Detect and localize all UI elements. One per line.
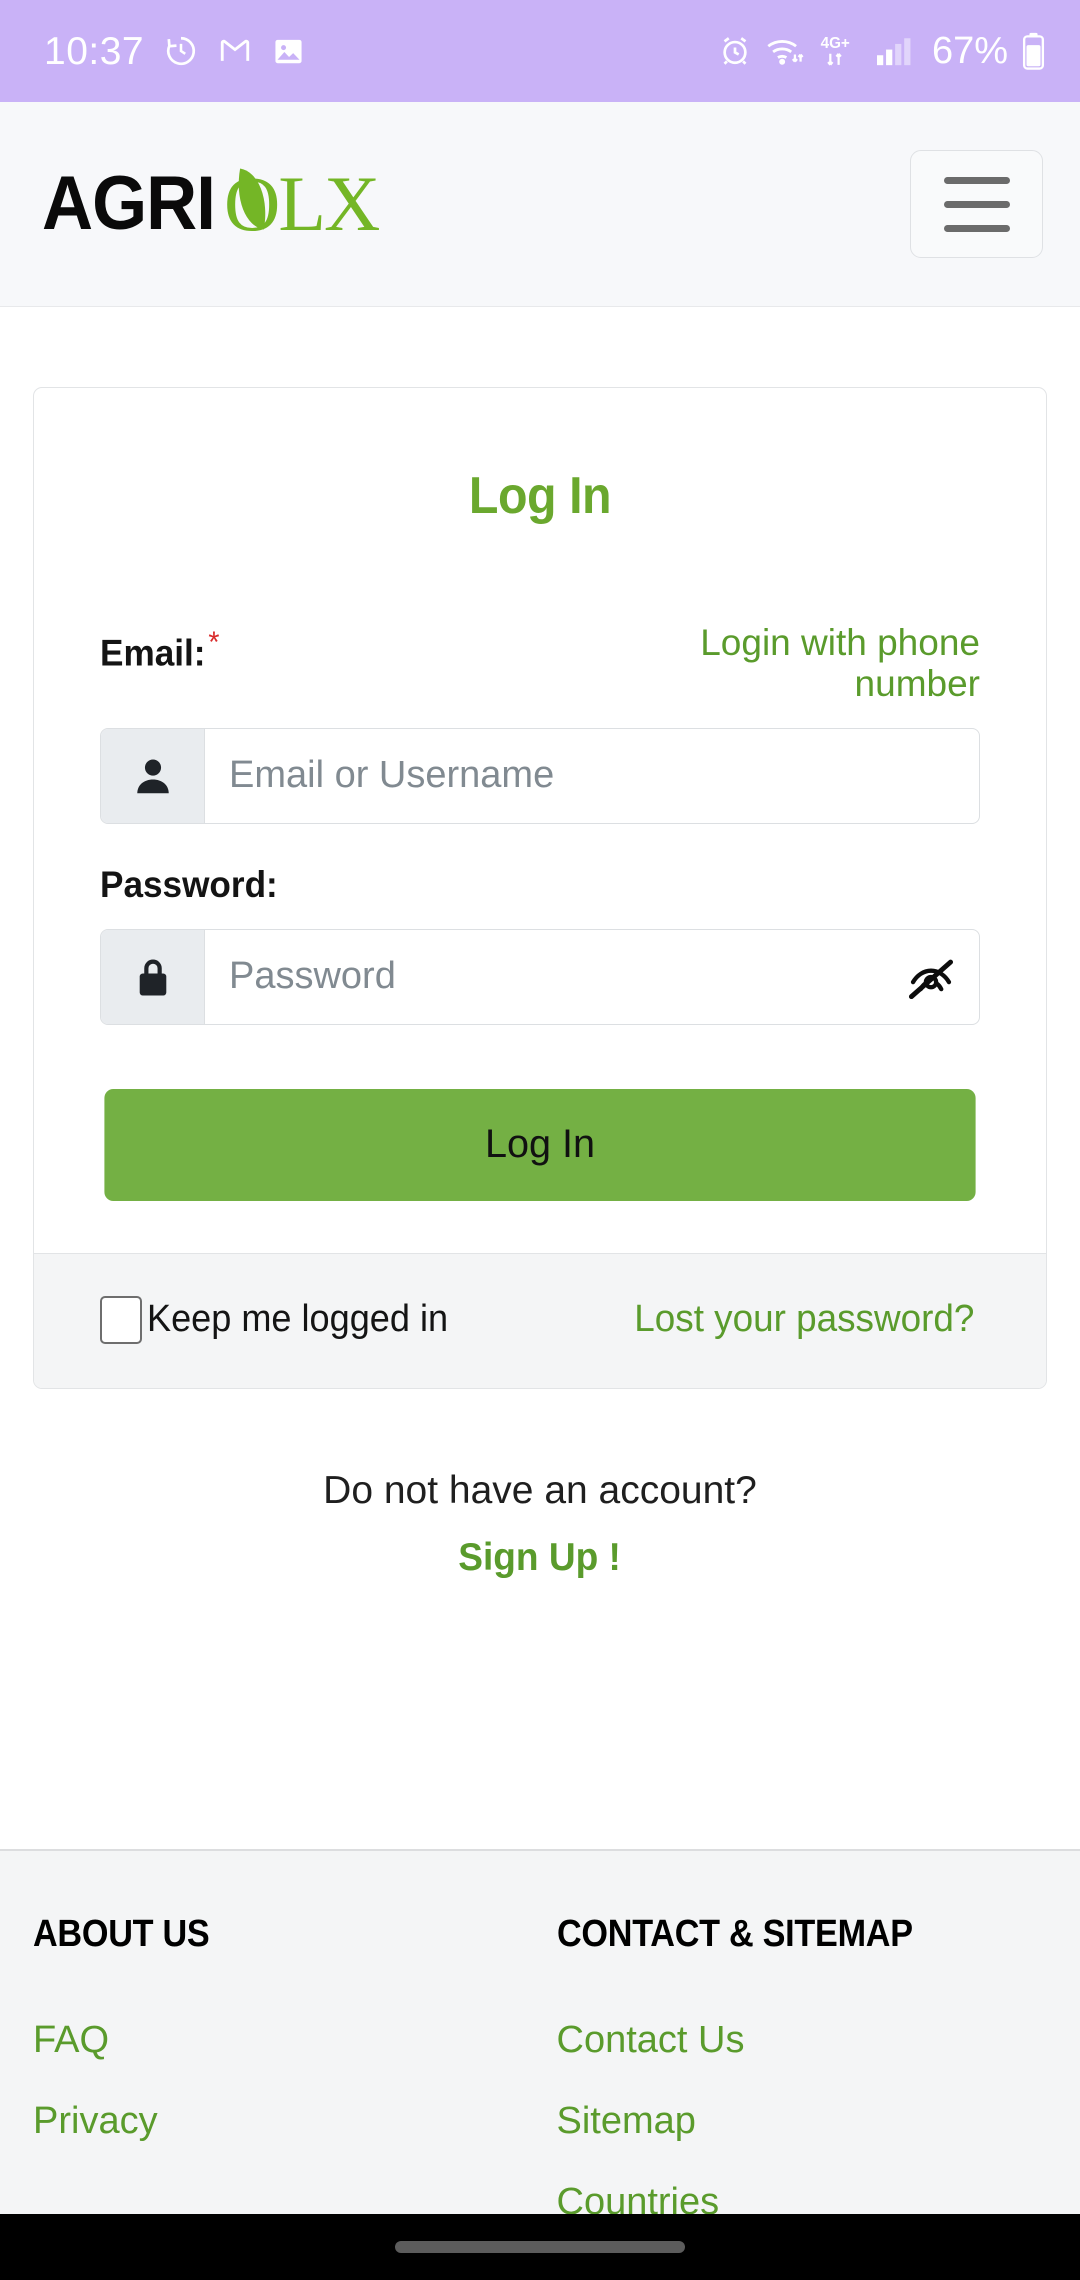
hamburger-menu-icon-bar3 [943, 224, 1010, 232]
footer-link-contact-us[interactable]: Contact Us [557, 2019, 1080, 2062]
keep-logged-in-control[interactable]: Keep me logged in [100, 1295, 464, 1344]
hamburger-menu-icon-bar2 [943, 200, 1010, 208]
email-suffix-spacer [883, 729, 979, 823]
footer-heading-about: ABOUT US [33, 1913, 210, 1955]
alarm-icon [718, 34, 752, 68]
home-indicator[interactable] [395, 2241, 685, 2253]
logo-accent-wrap: OLX [224, 165, 380, 243]
site-logo[interactable]: AGRI OLX [42, 161, 380, 246]
status-clock: 10:37 [44, 29, 145, 73]
email-label-text: Email: [100, 632, 206, 674]
email-input-group [100, 727, 980, 824]
footer-heading-contact: CONTACT & SITEMAP [556, 1913, 913, 1955]
signup-question: Do not have an account? [323, 1468, 757, 1512]
login-with-phone-link[interactable]: Login with phone number [680, 622, 980, 705]
clock-icon [164, 34, 198, 68]
status-bar-right: 4G+ 67% [718, 32, 1046, 70]
password-input-group [100, 928, 980, 1025]
footer-link-sitemap[interactable]: Sitemap [557, 2100, 1080, 2143]
signup-link[interactable]: Sign Up ! [459, 1536, 622, 1580]
required-asterisk: * [208, 626, 220, 659]
footer-link-faq[interactable]: FAQ [33, 2019, 557, 2062]
keep-logged-in-checkbox[interactable] [100, 1295, 142, 1344]
site-header: AGRI OLX [0, 102, 1080, 307]
login-card: Log In Email:* Login with phone number E… [33, 387, 1047, 1389]
photos-icon [272, 35, 305, 68]
footer-column-contact: CONTACT & SITEMAP Contact Us Sitemap Cou… [556, 1913, 1080, 2223]
login-submit-button[interactable]: Log In [104, 1088, 976, 1201]
hamburger-menu-icon [943, 176, 1010, 184]
site-footer: ABOUT US FAQ Privacy CONTACT & SITEMAP C… [0, 1849, 1080, 2223]
email-field-block: Email:* Login with phone number [100, 622, 980, 824]
eye-slash-icon[interactable] [883, 930, 979, 1024]
footer-link-privacy[interactable]: Privacy [33, 2100, 557, 2143]
logo-text-primary: AGRI [42, 161, 216, 246]
page-title: Log In [468, 467, 612, 525]
password-field-block: Password: [100, 864, 980, 1025]
footer-column-about: ABOUT US FAQ Privacy [33, 1913, 557, 2214]
email-label: Email:* [100, 622, 219, 674]
mobile-data-icon: 4G+ [818, 33, 862, 69]
gmail-icon [218, 34, 252, 68]
password-input[interactable] [205, 929, 883, 1024]
main-content: Log In Email:* Login with phone number E… [0, 307, 1080, 1849]
login-card-footer: Keep me logged in Lost your password? [34, 1252, 1046, 1388]
system-navigation-bar [0, 2214, 1080, 2280]
lost-password-link[interactable]: Lost your password? [635, 1298, 975, 1341]
wifi-icon [765, 34, 805, 68]
login-card-body: Log In Email:* Login with phone number E… [34, 388, 1046, 1253]
email-input[interactable] [205, 728, 883, 823]
lock-icon [101, 929, 205, 1024]
status-bar-left: 10:37 [44, 32, 305, 71]
battery-icon [1021, 32, 1046, 70]
battery-percent: 67% [931, 30, 1008, 72]
hamburger-menu-button[interactable] [910, 150, 1043, 258]
password-label: Password: [100, 863, 278, 905]
signal-icon [875, 34, 913, 68]
user-icon [101, 728, 205, 823]
svg-text:4G+: 4G+ [821, 35, 850, 52]
keep-logged-in-label: Keep me logged in [147, 1298, 449, 1341]
email-field-header: Email:* Login with phone number [100, 622, 980, 705]
signup-section: Do not have an account? Sign Up ! [33, 1469, 1047, 1580]
status-bar: 10:37 4G+ 67% [0, 0, 1080, 102]
